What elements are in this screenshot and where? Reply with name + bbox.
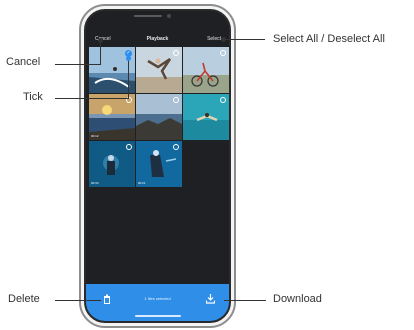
thumbnail-diver-left[interactable]: 00:34: [89, 141, 135, 187]
select-button[interactable]: Select: [207, 36, 221, 42]
callout-tick-leader: [55, 98, 129, 99]
callout-cancel-leader: [55, 64, 101, 65]
duration-label: 00:12: [91, 134, 99, 138]
callout-cancel-leader-v: [100, 42, 101, 65]
thumbnail-rocks[interactable]: [136, 94, 182, 140]
callout-download-label: Download: [273, 293, 322, 305]
callout-delete-label: Delete: [8, 293, 40, 305]
callout-tick-dot: [126, 56, 131, 61]
callout-select-leader: [225, 39, 265, 40]
callout-cancel-label: Cancel: [6, 56, 41, 68]
select-circle-icon[interactable]: [126, 144, 132, 150]
thumbnail-sunset[interactable]: 00:12: [89, 94, 135, 140]
header-bar: Cancel Playback Select: [86, 11, 229, 51]
callout-delete-leader: [55, 300, 101, 301]
select-circle-icon[interactable]: [173, 97, 179, 103]
select-circle-icon[interactable]: [173, 50, 179, 56]
duration-label: 00:21: [138, 181, 146, 185]
thumbnail-cyclist[interactable]: [183, 47, 229, 93]
download-icon[interactable]: [206, 294, 215, 304]
select-circle-icon[interactable]: [173, 144, 179, 150]
callout-download-leader: [224, 300, 266, 301]
thumbnail-diver-right[interactable]: 00:21: [136, 141, 182, 187]
select-circle-icon[interactable]: [220, 50, 226, 56]
callout-select-all-label: Select All / Deselect All: [273, 33, 385, 45]
callout-tick-leader-v: [128, 59, 129, 99]
bottom-action-bar: 1 files selected: [86, 284, 229, 321]
select-circle-icon[interactable]: [220, 97, 226, 103]
phone-screen: Cancel Playback Select ✓: [84, 9, 231, 323]
front-camera: [167, 14, 171, 18]
home-indicator: [135, 315, 181, 317]
thumbnail-diver[interactable]: [183, 94, 229, 140]
thumbnail-jumper[interactable]: [136, 47, 182, 93]
duration-label: 00:34: [91, 181, 99, 185]
speaker-grille: [134, 15, 162, 17]
callout-cancel-dot: [98, 38, 103, 43]
callout-tick-label: Tick: [23, 91, 43, 103]
